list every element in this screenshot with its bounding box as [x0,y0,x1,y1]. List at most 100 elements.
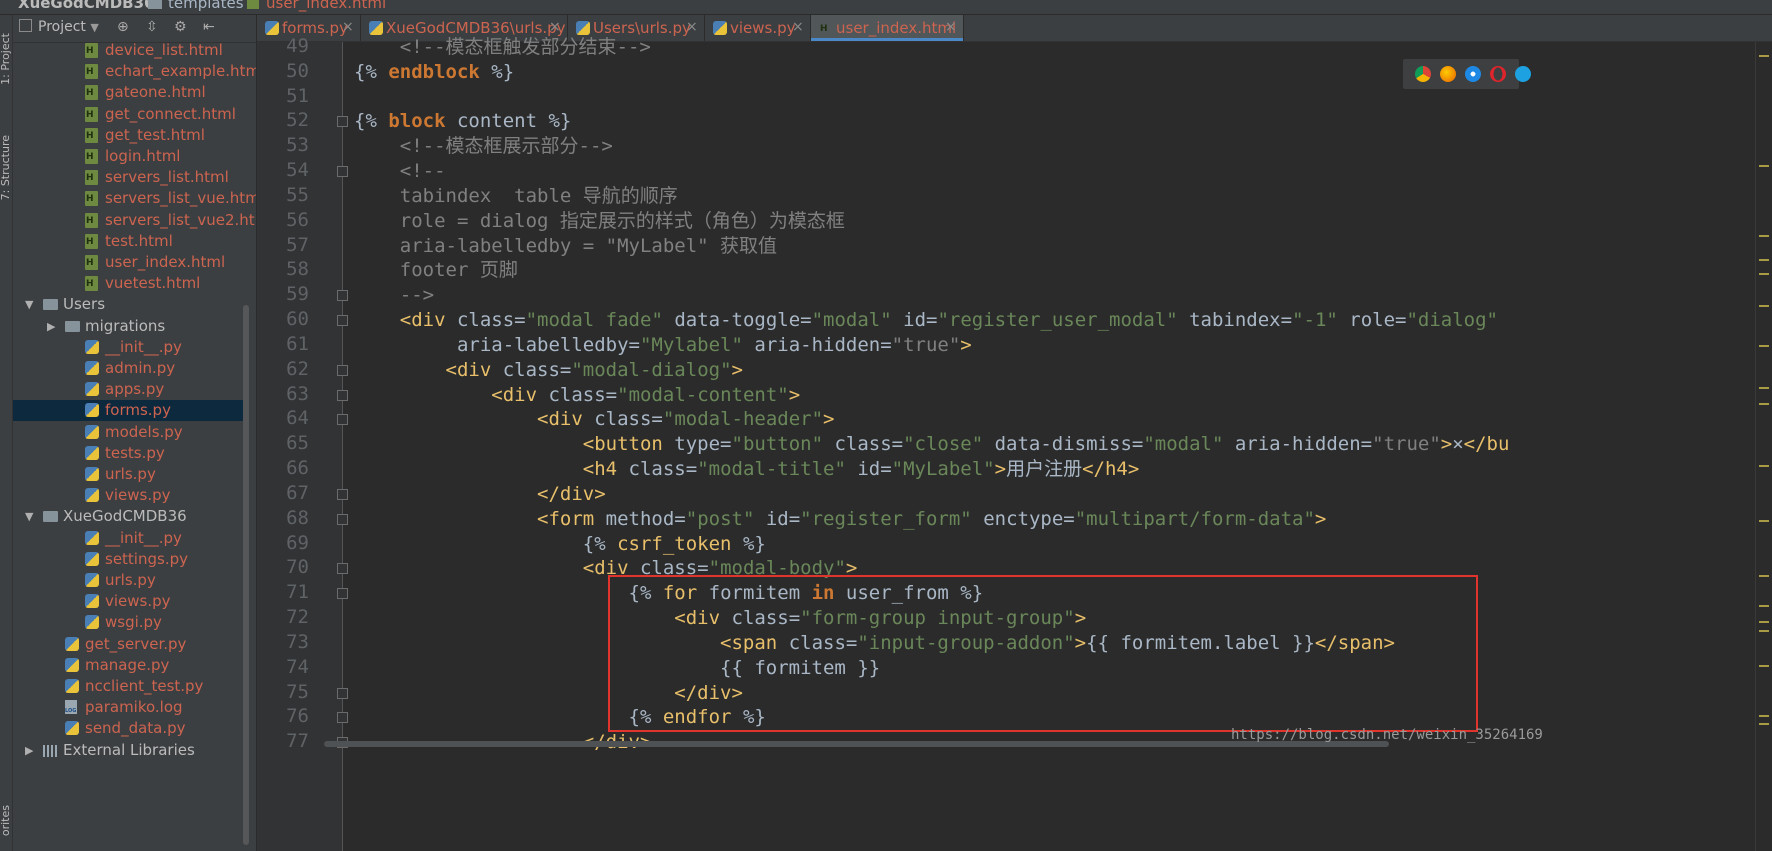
tree-item-label: echart_example.html [105,62,256,81]
tree-item[interactable]: admin.py [13,358,243,379]
collapse-icon[interactable]: ⇳ [146,19,158,35]
tree-item[interactable]: urls.py [13,464,243,485]
tree-item[interactable]: settings.py [13,549,243,570]
marker[interactable] [1759,259,1769,261]
code-line: <!--模态框展示部分--> [354,134,613,158]
marker[interactable] [1759,235,1769,237]
marker[interactable] [1759,403,1769,405]
fold-marker-icon[interactable] [337,488,348,500]
marker[interactable] [1759,55,1769,57]
tree-item[interactable]: test.html [13,231,243,252]
fold-marker-icon[interactable] [337,389,348,401]
tree-item[interactable]: device_list.html [13,40,243,61]
chevron-right-icon[interactable]: ▶ [25,744,33,757]
marker[interactable] [1759,305,1769,307]
tree-item[interactable]: ▶ External Libraries [13,740,243,761]
code-line: <div class="modal-content"> [354,383,800,407]
tree-item[interactable]: views.py [13,591,243,612]
fold-marker-icon[interactable] [337,315,348,327]
gear-icon[interactable]: ⚙ [174,19,187,35]
firefox-icon[interactable] [1440,66,1456,82]
tree-item[interactable]: servers_list_vue.html [13,188,256,209]
marker[interactable] [1759,575,1769,577]
chevron-down-icon[interactable]: ▼ [25,510,33,523]
tree-item[interactable]: models.py [13,422,243,443]
tree-item-label: Users [63,295,106,314]
tree-item[interactable]: apps.py [13,379,243,400]
marker[interactable] [1759,465,1769,467]
fold-marker-icon[interactable] [337,712,348,724]
code-token: </div> [537,482,606,505]
tree-item[interactable]: servers_list_vue2.html [13,210,256,231]
tree-item[interactable]: echart_example.html [13,61,256,82]
tree-item[interactable]: forms.py [13,400,243,422]
right-marker-strip[interactable] [1755,42,1772,851]
tree-item[interactable]: login.html [13,146,243,167]
tree-item[interactable]: gateone.html [13,82,243,103]
tree-item[interactable]: ncclient_test.py [13,676,243,697]
marker[interactable] [1759,520,1769,522]
tree-item[interactable]: wsgi.py [13,612,243,633]
tree-item[interactable]: paramiko.log [13,697,243,718]
marker[interactable] [1759,387,1769,389]
horizontal-scrollbar[interactable] [324,741,1389,747]
breadcrumb-project[interactable]: XueGodCMDB36 [18,0,154,12]
line-number: 71 [286,581,309,604]
py-file-icon [85,530,99,545]
marker[interactable] [1759,165,1769,167]
favorites-tool-button[interactable]: orites [0,805,12,836]
tree-item[interactable]: ▶ migrations [13,316,243,337]
project-scrollbar[interactable] [243,305,249,845]
tree-item[interactable]: ▼ XueGodCMDB36 [13,506,243,527]
marker[interactable] [1759,621,1769,623]
fold-marker-icon[interactable] [337,588,348,600]
fold-marker-icon[interactable] [337,116,348,128]
line-number: 50 [286,59,309,82]
tree-item[interactable]: ▼ Users [13,294,243,315]
tree-item[interactable]: __init__.py [13,337,243,358]
breadcrumb-file[interactable]: user_index.html [266,0,386,12]
chevron-right-icon[interactable]: ▶ [47,320,55,333]
tree-item[interactable]: get_test.html [13,125,243,146]
tree-item[interactable]: manage.py [13,655,243,676]
marker[interactable] [1759,715,1769,717]
chrome-icon[interactable] [1415,66,1431,82]
ie-icon[interactable] [1515,66,1531,82]
chevron-down-icon[interactable]: ▼ [25,298,33,311]
marker[interactable] [1759,665,1769,667]
tree-item[interactable]: tests.py [13,443,243,464]
hide-panel-icon[interactable]: ⇤ [203,19,215,35]
safari-icon[interactable] [1465,66,1481,82]
marker[interactable] [1759,345,1769,347]
fold-marker-icon[interactable] [337,513,348,525]
code-line: <button type="button" class="close" data… [354,432,1510,456]
fold-marker-icon[interactable] [337,563,348,575]
fold-marker-icon[interactable] [337,364,348,376]
html-file-icon [247,0,259,9]
fold-marker-icon[interactable] [337,414,348,426]
tree-item[interactable]: urls.py [13,570,243,591]
target-icon[interactable]: ⊕ [117,19,129,35]
marker[interactable] [1759,273,1769,275]
tree-item[interactable]: user_index.html [13,252,243,273]
marker[interactable] [1759,630,1769,632]
fold-marker-icon[interactable] [337,290,348,302]
tree-item[interactable]: get_connect.html [13,104,243,125]
breadcrumb-folder[interactable]: templates [168,0,244,12]
tree-item[interactable]: views.py [13,485,243,506]
tree-item[interactable]: __init__.py [13,528,243,549]
marker[interactable] [1759,723,1769,725]
code-token: "post" [685,507,755,530]
project-view-selector[interactable]: Project ▼ [19,19,99,35]
opera-icon[interactable] [1490,66,1506,82]
tree-item[interactable]: get_server.py [13,634,243,655]
tree-item[interactable]: servers_list.html [13,167,243,188]
fold-marker-icon[interactable] [337,687,348,699]
tree-item[interactable]: send_data.py [13,718,243,739]
fold-marker-icon[interactable] [337,166,348,178]
project-tool-button[interactable]: 1: Project [0,33,12,85]
structure-tool-button[interactable]: 7: Structure [0,135,12,200]
marker[interactable] [1759,605,1769,607]
tree-item[interactable]: vuetest.html [13,273,243,294]
